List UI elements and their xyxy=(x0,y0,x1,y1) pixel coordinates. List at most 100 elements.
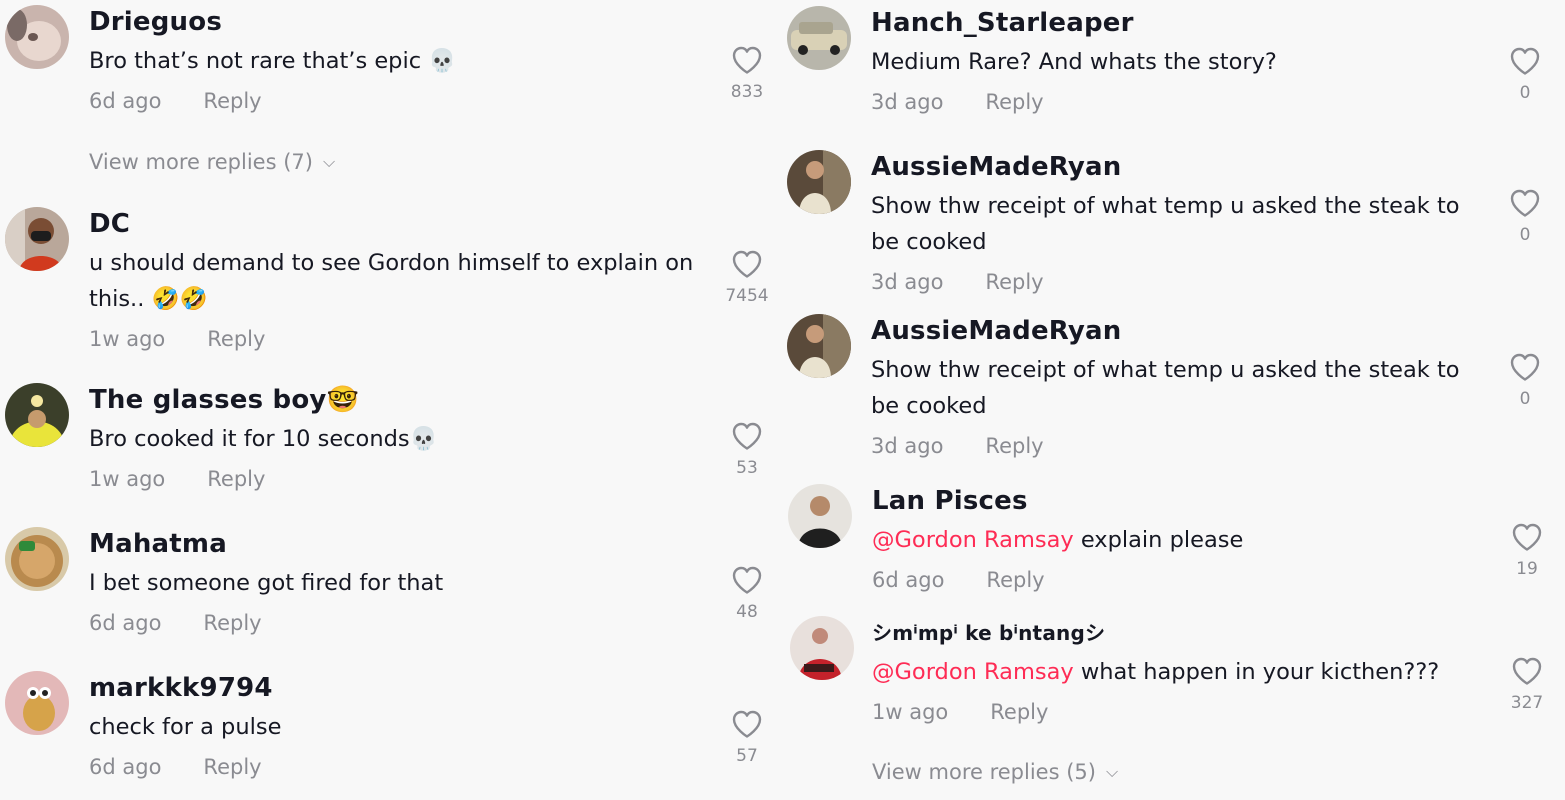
timestamp: 3d ago xyxy=(871,90,944,114)
like-button[interactable]: 57 xyxy=(717,709,777,767)
comment-item: Drieguos Bro that’s not rare that’s epic… xyxy=(5,5,775,135)
mention-link[interactable]: @Gordon Ramsay xyxy=(872,659,1074,685)
view-more-replies-button[interactable]: View more replies (5) ⌵ xyxy=(872,760,1118,784)
avatar[interactable] xyxy=(787,6,851,70)
comment-item: AussieMadeRyan Show thw receipt of what … xyxy=(787,314,1557,474)
timestamp: 3d ago xyxy=(871,434,944,458)
comment-item: DC u should demand to see Gordon himself… xyxy=(5,207,775,367)
like-button[interactable]: 53 xyxy=(717,421,777,479)
like-count: 19 xyxy=(1516,559,1538,579)
view-more-label: View more replies (5) xyxy=(872,760,1096,784)
username[interactable]: Drieguos xyxy=(89,5,456,39)
timestamp: 6d ago xyxy=(89,755,162,779)
like-button[interactable]: 0 xyxy=(1495,188,1555,246)
like-count: 53 xyxy=(736,458,758,478)
heart-outline-icon xyxy=(731,249,763,279)
comment-text: Bro cooked it for 10 seconds💀 xyxy=(89,426,438,452)
reply-button[interactable]: Reply xyxy=(985,434,1043,458)
username[interactable]: AussieMadeRyan xyxy=(871,314,1471,348)
username[interactable]: AussieMadeRyan xyxy=(871,150,1471,184)
comment-item: markkk9794 check for a pulse 6d ago Reply… xyxy=(5,671,775,799)
heart-outline-icon xyxy=(1509,46,1541,76)
like-button[interactable]: 833 xyxy=(717,45,777,103)
username[interactable]: DC xyxy=(89,207,709,241)
avatar[interactable] xyxy=(787,150,851,214)
like-count: 0 xyxy=(1519,389,1531,409)
comment-text: @Gordon Ramsay explain please xyxy=(872,522,1243,558)
like-count: 57 xyxy=(736,746,758,766)
heart-outline-icon xyxy=(1509,188,1541,218)
view-more-replies-button[interactable]: View more replies (7) ⌵ xyxy=(89,150,335,174)
username[interactable]: Lan Pisces xyxy=(872,484,1243,518)
comment-text: Bro that’s not rare that’s epic 💀 xyxy=(89,48,457,74)
reply-button[interactable]: Reply xyxy=(985,270,1043,294)
like-count: 0 xyxy=(1519,225,1531,245)
timestamp: 1w ago xyxy=(89,327,166,351)
comment-text-rest: what happen in your kicthen??? xyxy=(1073,659,1440,685)
like-count: 48 xyxy=(736,602,758,622)
comment-item: AussieMadeRyan Show thw receipt of what … xyxy=(787,150,1557,310)
like-count: 327 xyxy=(1510,693,1544,713)
heart-outline-icon xyxy=(1511,522,1543,552)
timestamp: 6d ago xyxy=(89,89,162,113)
reply-button[interactable]: Reply xyxy=(207,327,265,351)
comment-text: Medium Rare? And whats the story? xyxy=(871,49,1277,75)
timestamp: 1w ago xyxy=(89,467,166,491)
avatar[interactable] xyxy=(5,527,69,591)
comment-text-rest: explain please xyxy=(1073,527,1244,553)
username[interactable]: markkk9794 xyxy=(89,671,281,705)
username[interactable]: シmⁱmpⁱ ke bⁱntangシ xyxy=(872,616,1439,650)
reply-button[interactable]: Reply xyxy=(203,611,261,635)
timestamp: 3d ago xyxy=(871,270,944,294)
reply-button[interactable]: Reply xyxy=(986,568,1044,592)
view-more-label: View more replies (7) xyxy=(89,150,313,174)
heart-outline-icon xyxy=(731,565,763,595)
like-button[interactable]: 19 xyxy=(1497,522,1557,580)
avatar[interactable] xyxy=(5,383,69,447)
heart-outline-icon xyxy=(731,421,763,451)
reply-button[interactable]: Reply xyxy=(990,700,1048,724)
comment-item: Hanch_Starleaper Medium Rare? And whats … xyxy=(787,6,1557,136)
heart-outline-icon xyxy=(1509,352,1541,382)
like-button[interactable]: 0 xyxy=(1495,352,1555,410)
chevron-down-icon: ⌵ xyxy=(322,152,336,171)
like-button[interactable]: 0 xyxy=(1495,46,1555,104)
mention-link[interactable]: @Gordon Ramsay xyxy=(872,527,1074,553)
username[interactable]: Mahatma xyxy=(89,527,443,561)
timestamp: 1w ago xyxy=(872,700,949,724)
avatar[interactable] xyxy=(5,5,69,69)
comment-item: Lan Pisces @Gordon Ramsay explain please… xyxy=(788,484,1558,614)
avatar[interactable] xyxy=(788,484,852,548)
reply-button[interactable]: Reply xyxy=(207,467,265,491)
comment-text: check for a pulse xyxy=(89,714,282,740)
comment-text: I bet someone got fired for that xyxy=(89,570,444,596)
heart-outline-icon xyxy=(731,709,763,739)
timestamp: 6d ago xyxy=(89,611,162,635)
like-count: 0 xyxy=(1519,83,1531,103)
like-count: 7454 xyxy=(725,286,769,306)
like-button[interactable]: 7454 xyxy=(717,249,777,307)
comment-text: @Gordon Ramsay what happen in your kicth… xyxy=(872,654,1439,690)
heart-outline-icon xyxy=(731,45,763,75)
avatar[interactable] xyxy=(5,671,69,735)
heart-outline-icon xyxy=(1511,656,1543,686)
reply-button[interactable]: Reply xyxy=(985,90,1043,114)
like-button[interactable]: 48 xyxy=(717,565,777,623)
timestamp: 6d ago xyxy=(872,568,945,592)
username[interactable]: Hanch_Starleaper xyxy=(871,6,1277,40)
reply-button[interactable]: Reply xyxy=(203,89,261,113)
reply-button[interactable]: Reply xyxy=(203,755,261,779)
comment-item: Mahatma I bet someone got fired for that… xyxy=(5,527,775,657)
like-count: 833 xyxy=(730,82,764,102)
avatar[interactable] xyxy=(5,207,69,271)
username[interactable]: The glasses boy🤓 xyxy=(89,383,438,417)
comment-item: シmⁱmpⁱ ke bⁱntangシ @Gordon Ramsay what h… xyxy=(790,616,1560,746)
like-button[interactable]: 327 xyxy=(1497,656,1557,714)
chevron-down-icon: ⌵ xyxy=(1105,762,1119,781)
comment-text: u should demand to see Gordon himself to… xyxy=(89,250,694,312)
comment-item: The glasses boy🤓 Bro cooked it for 10 se… xyxy=(5,383,775,513)
avatar[interactable] xyxy=(790,616,854,680)
avatar[interactable] xyxy=(787,314,851,378)
comment-text: Show thw receipt of what temp u asked th… xyxy=(871,193,1460,255)
comment-text: Show thw receipt of what temp u asked th… xyxy=(871,357,1460,419)
